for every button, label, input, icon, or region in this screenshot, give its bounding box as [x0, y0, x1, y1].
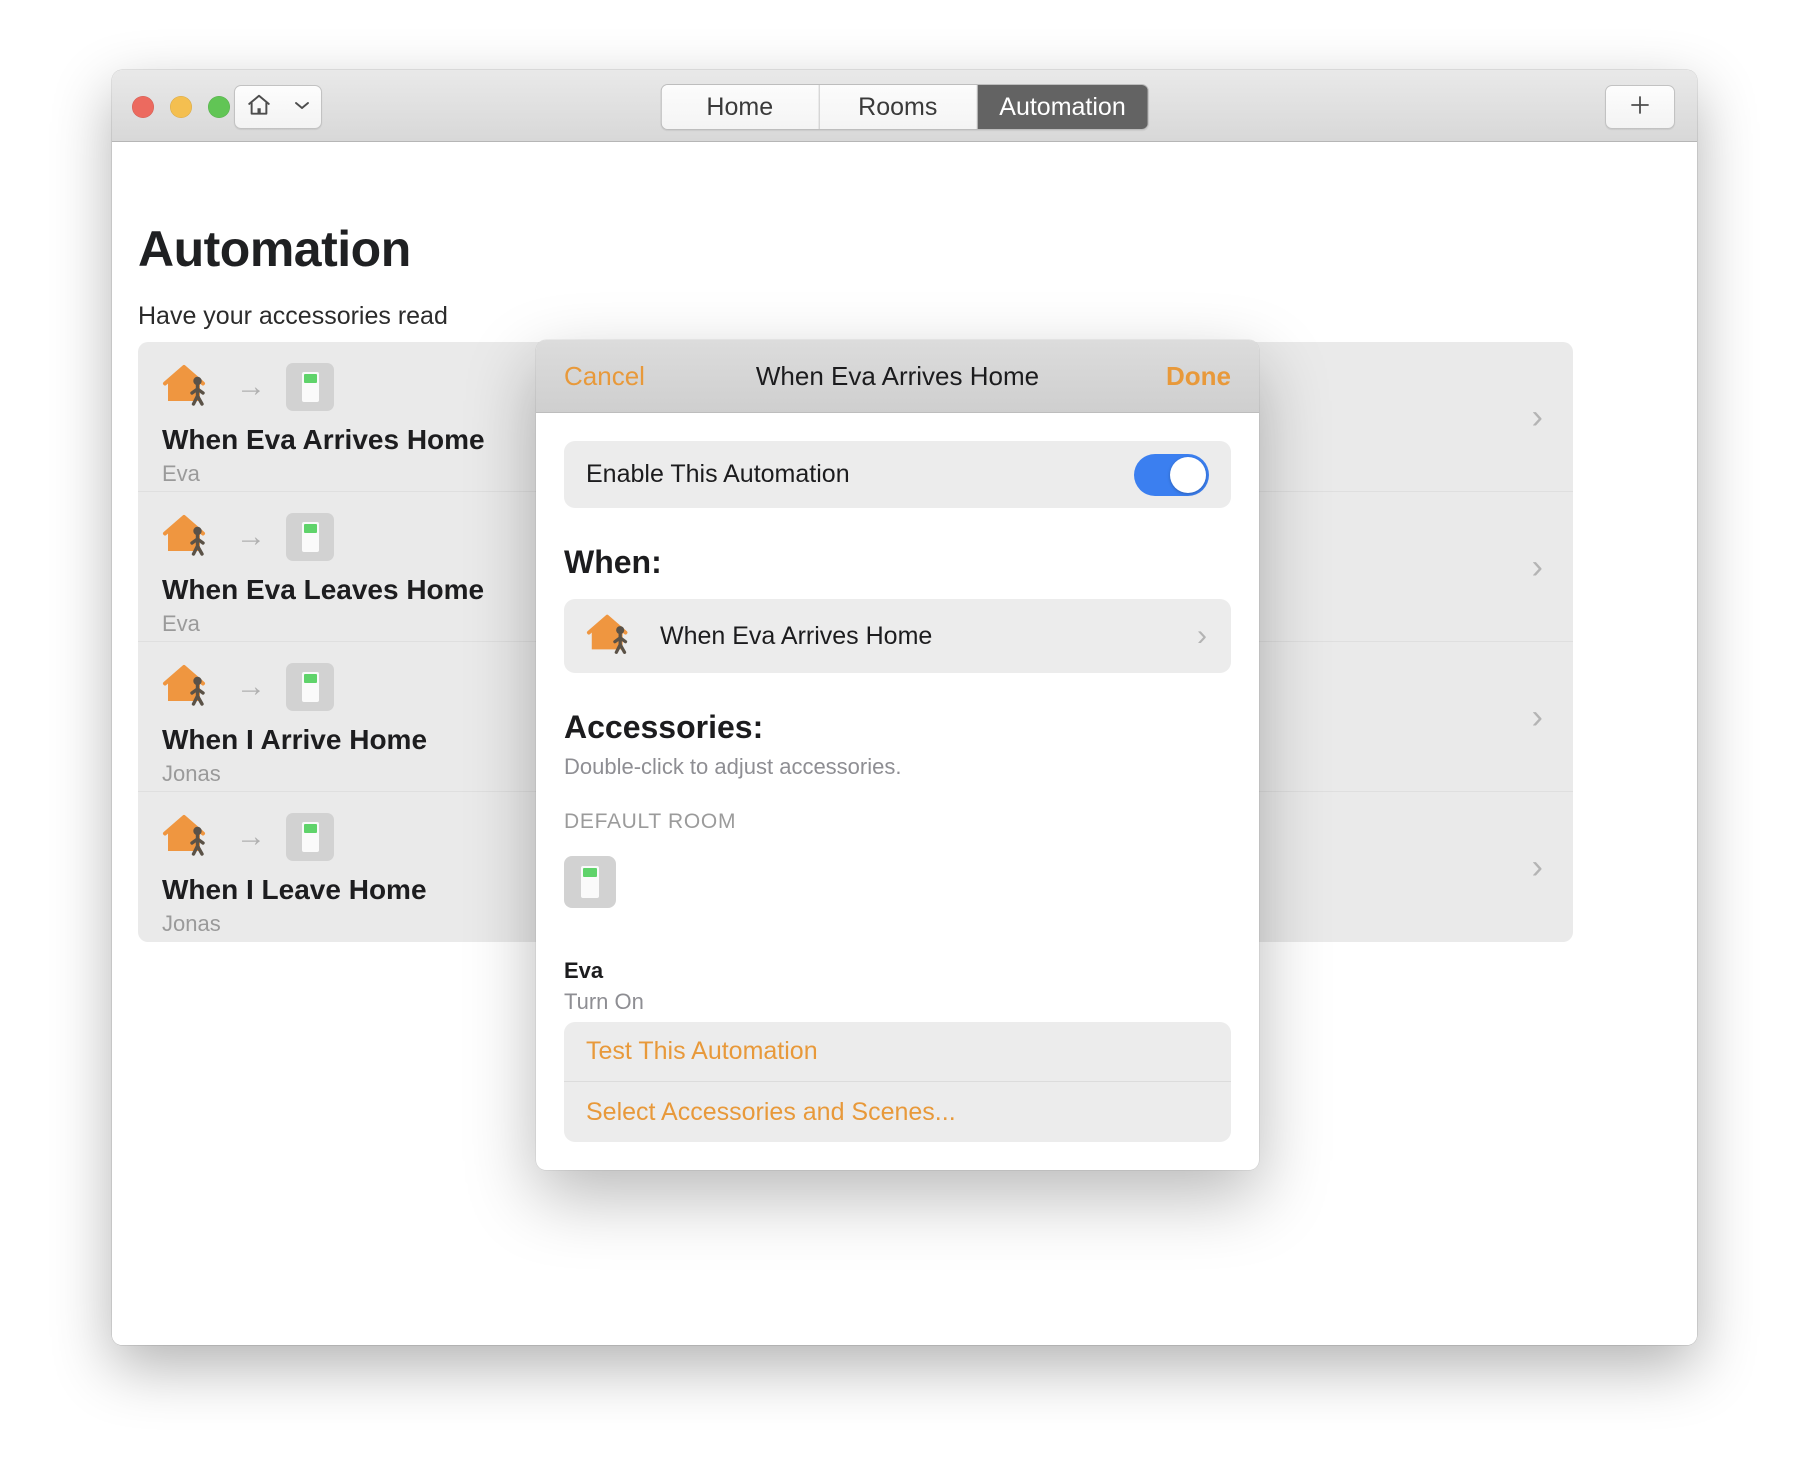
add-button[interactable] — [1605, 85, 1675, 129]
toggle-knob — [1170, 456, 1206, 493]
chevron-right-icon[interactable]: › — [1532, 850, 1543, 884]
arrow-right-icon: → — [236, 820, 266, 853]
zoom-window-button[interactable] — [208, 96, 230, 118]
app-window: Home Rooms Automation Automation Have yo… — [112, 70, 1697, 1345]
view-tab-group[interactable]: Home Rooms Automation — [660, 84, 1149, 130]
traffic-lights — [132, 96, 230, 118]
accessory-state: Turn On — [564, 989, 644, 1014]
minimize-window-button[interactable] — [170, 96, 192, 118]
accessory-item[interactable]: Eva Turn On — [564, 856, 1231, 1015]
sheet-action-list: Test This Automation Select Accessories … — [564, 1022, 1231, 1142]
automation-page: Automation Have your accessories read → — [112, 142, 1697, 1345]
accessories-section-heading: Accessories: — [564, 709, 764, 745]
home-selector-popup[interactable] — [234, 85, 322, 129]
select-accessories-button[interactable]: Select Accessories and Scenes... — [564, 1082, 1231, 1142]
window-titlebar: Home Rooms Automation — [112, 70, 1697, 142]
light-switch-icon — [286, 813, 334, 861]
chevron-right-icon[interactable]: › — [1197, 619, 1207, 653]
page-title: Automation — [138, 221, 411, 277]
chevron-right-icon[interactable]: › — [1532, 700, 1543, 734]
plus-icon — [1626, 91, 1654, 124]
tab-rooms[interactable]: Rooms — [819, 85, 978, 129]
enable-automation-toggle[interactable] — [1134, 453, 1209, 496]
sheet-header: Cancel When Eva Arrives Home Done — [536, 340, 1259, 413]
tab-home[interactable]: Home — [661, 85, 820, 129]
light-switch-icon — [564, 856, 616, 908]
accessory-name: Eva — [564, 958, 604, 983]
chevron-right-icon[interactable]: › — [1532, 400, 1543, 434]
chevron-down-icon — [293, 98, 311, 116]
automation-detail-sheet: Cancel When Eva Arrives Home Done Enable… — [536, 340, 1259, 1170]
chevron-right-icon[interactable]: › — [1532, 550, 1543, 584]
enable-automation-label: Enable This Automation — [586, 460, 850, 488]
house-arrive-icon — [586, 608, 638, 665]
close-window-button[interactable] — [132, 96, 154, 118]
light-switch-icon — [286, 663, 334, 711]
done-button[interactable]: Done — [1166, 361, 1231, 392]
enable-automation-row[interactable]: Enable This Automation — [564, 441, 1231, 508]
test-automation-button[interactable]: Test This Automation — [564, 1022, 1231, 1082]
house-leave-icon — [162, 808, 216, 867]
house-icon — [246, 92, 272, 123]
page-subtitle: Have your accessories read — [138, 302, 448, 330]
cancel-button[interactable]: Cancel — [564, 361, 645, 392]
sheet-body: Enable This Automation When: When Eva Ar… — [536, 413, 1259, 1170]
accessories-section-note: Double-click to adjust accessories. — [564, 754, 902, 779]
house-arrive-icon — [162, 358, 216, 417]
house-arrive-icon — [162, 658, 216, 717]
arrow-right-icon: → — [236, 670, 266, 703]
arrow-right-icon: → — [236, 370, 266, 403]
light-switch-icon — [286, 513, 334, 561]
room-group-label: DEFAULT ROOM — [564, 810, 737, 833]
tab-automation[interactable]: Automation — [977, 85, 1148, 129]
when-section-heading: When: — [564, 544, 662, 580]
when-trigger-label: When Eva Arrives Home — [660, 621, 933, 650]
house-leave-icon — [162, 508, 216, 567]
when-trigger-row[interactable]: When Eva Arrives Home › — [564, 599, 1231, 673]
light-switch-icon — [286, 363, 334, 411]
arrow-right-icon: → — [236, 520, 266, 553]
